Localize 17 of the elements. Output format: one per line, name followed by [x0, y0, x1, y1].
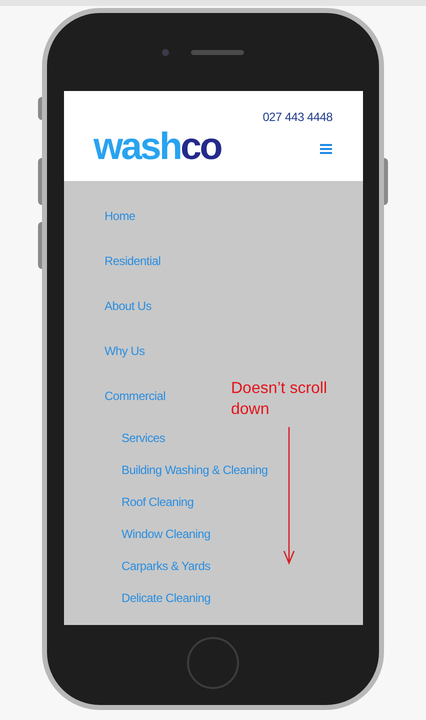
submenu-link[interactable]: Building Washing & Cleaning: [122, 463, 268, 477]
submenu-link[interactable]: Window Cleaning: [122, 527, 210, 541]
menu-link[interactable]: Commercial: [104, 389, 166, 403]
submenu-link[interactable]: Roof Cleaning: [122, 495, 194, 509]
menu-link[interactable]: Residential: [104, 254, 161, 268]
menu-link[interactable]: Home: [104, 209, 136, 223]
submenu-link[interactable]: Services: [122, 431, 166, 445]
menu-icon[interactable]: [320, 144, 332, 154]
submenu-link[interactable]: Carparks & Yards: [122, 559, 210, 573]
annotation-text: Doesn’t scroll down: [231, 379, 328, 420]
menu-link[interactable]: About Us: [104, 299, 152, 313]
camera-icon: [162, 48, 169, 56]
logo[interactable]: washco: [94, 131, 221, 163]
submenu-link[interactable]: Delicate Cleaning: [122, 591, 210, 605]
menu-link[interactable]: Why Us: [104, 344, 145, 358]
phone-number[interactable]: 027 443 4448: [262, 108, 332, 126]
speaker-grille: [191, 50, 244, 54]
